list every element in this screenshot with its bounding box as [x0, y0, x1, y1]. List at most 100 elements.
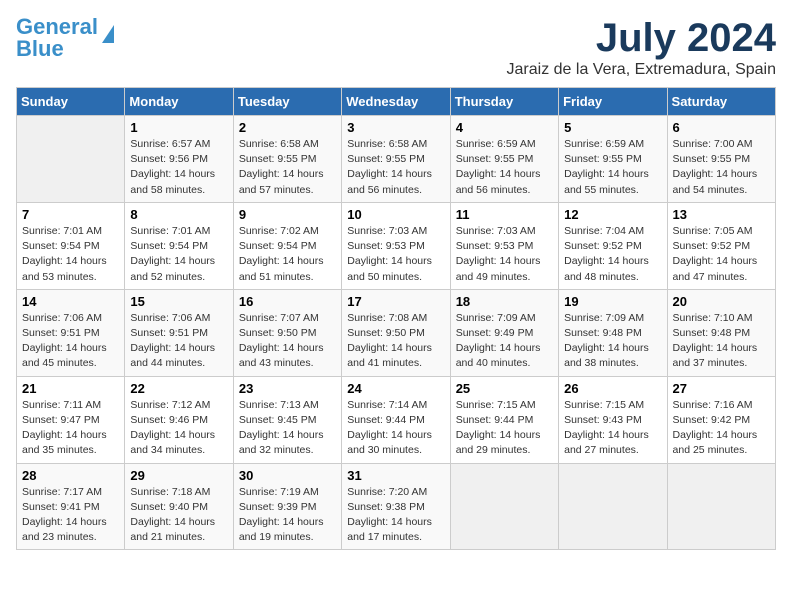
calendar-header-row: SundayMondayTuesdayWednesdayThursdayFrid… [17, 88, 776, 116]
day-info: Sunrise: 7:14 AMSunset: 9:44 PMDaylight:… [347, 398, 444, 459]
day-info: Sunrise: 7:06 AMSunset: 9:51 PMDaylight:… [130, 311, 227, 372]
day-number: 18 [456, 294, 553, 309]
day-number: 30 [239, 468, 336, 483]
calendar-week-row: 7 Sunrise: 7:01 AMSunset: 9:54 PMDaylight… [17, 202, 776, 289]
day-number: 15 [130, 294, 227, 309]
calendar-cell: 2 Sunrise: 6:58 AMSunset: 9:55 PMDaylight… [233, 116, 341, 203]
day-number: 21 [22, 381, 119, 396]
calendar-cell: 26Sunrise: 7:15 AMSunset: 9:43 PMDayligh… [559, 376, 667, 463]
calendar-cell: 25 Sunrise: 7:15 AMSunset: 9:44 PMDayligh… [450, 376, 558, 463]
calendar-week-row: 28 Sunrise: 7:17 AMSunset: 9:41 PMDayligh… [17, 463, 776, 550]
calendar-cell: 30 Sunrise: 7:19 AMSunset: 9:39 PMDayligh… [233, 463, 341, 550]
day-info: Sunrise: 7:16 AMSunset: 9:42 PMDaylight:… [673, 398, 770, 459]
day-number: 9 [239, 207, 336, 222]
day-info: Sunrise: 7:05 AMSunset: 9:52 PMDaylight:… [673, 224, 770, 285]
calendar-cell: 15 Sunrise: 7:06 AMSunset: 9:51 PMDayligh… [125, 289, 233, 376]
calendar-cell: 28 Sunrise: 7:17 AMSunset: 9:41 PMDayligh… [17, 463, 125, 550]
calendar-cell: 18 Sunrise: 7:09 AMSunset: 9:49 PMDayligh… [450, 289, 558, 376]
day-number: 27 [673, 381, 770, 396]
calendar-cell [559, 463, 667, 550]
calendar-cell: 21Sunrise: 7:11 AMSunset: 9:47 PMDayligh… [17, 376, 125, 463]
calendar-cell: 12 Sunrise: 7:04 AMSunset: 9:52 PMDayligh… [559, 202, 667, 289]
day-number: 11 [456, 207, 553, 222]
day-number: 3 [347, 120, 444, 135]
day-info: Sunrise: 7:20 AMSunset: 9:38 PMDaylight:… [347, 485, 444, 546]
day-info: Sunrise: 6:59 AMSunset: 9:55 PMDaylight:… [456, 137, 553, 198]
day-number: 25 [456, 381, 553, 396]
day-number: 2 [239, 120, 336, 135]
calendar-cell: 5Sunrise: 6:59 AMSunset: 9:55 PMDaylight… [559, 116, 667, 203]
calendar-cell: 8 Sunrise: 7:01 AMSunset: 9:54 PMDaylight… [125, 202, 233, 289]
calendar-cell [667, 463, 775, 550]
day-info: Sunrise: 7:12 AMSunset: 9:46 PMDaylight:… [130, 398, 227, 459]
day-info: Sunrise: 7:03 AMSunset: 9:53 PMDaylight:… [456, 224, 553, 285]
day-number: 10 [347, 207, 444, 222]
day-info: Sunrise: 6:59 AMSunset: 9:55 PMDaylight:… [564, 137, 661, 198]
calendar-cell: 17 Sunrise: 7:08 AMSunset: 9:50 PMDayligh… [342, 289, 450, 376]
day-info: Sunrise: 7:00 AMSunset: 9:55 PMDaylight:… [673, 137, 770, 198]
day-number: 6 [673, 120, 770, 135]
day-number: 31 [347, 468, 444, 483]
day-info: Sunrise: 7:01 AMSunset: 9:54 PMDaylight:… [22, 224, 119, 285]
day-info: Sunrise: 6:58 AMSunset: 9:55 PMDaylight:… [239, 137, 336, 198]
calendar-cell [17, 116, 125, 203]
day-of-week-header: Friday [559, 88, 667, 116]
calendar-cell: 22 Sunrise: 7:12 AMSunset: 9:46 PMDayligh… [125, 376, 233, 463]
calendar-cell: 1 Sunrise: 6:57 AMSunset: 9:56 PMDaylight… [125, 116, 233, 203]
day-number: 24 [347, 381, 444, 396]
calendar-cell: 19 Sunrise: 7:09 AMSunset: 9:48 PMDayligh… [559, 289, 667, 376]
day-info: Sunrise: 7:17 AMSunset: 9:41 PMDaylight:… [22, 485, 119, 546]
calendar-cell: 14 Sunrise: 7:06 AMSunset: 9:51 PMDayligh… [17, 289, 125, 376]
day-number: 23 [239, 381, 336, 396]
calendar-cell: 3 Sunrise: 6:58 AMSunset: 9:55 PMDaylight… [342, 116, 450, 203]
calendar-cell: 9Sunrise: 7:02 AMSunset: 9:54 PMDaylight… [233, 202, 341, 289]
calendar-cell: 31 Sunrise: 7:20 AMSunset: 9:38 PMDayligh… [342, 463, 450, 550]
day-info: Sunrise: 7:08 AMSunset: 9:50 PMDaylight:… [347, 311, 444, 372]
day-number: 16 [239, 294, 336, 309]
calendar-cell: 29 Sunrise: 7:18 AMSunset: 9:40 PMDayligh… [125, 463, 233, 550]
day-of-week-header: Monday [125, 88, 233, 116]
day-info: Sunrise: 7:15 AMSunset: 9:44 PMDaylight:… [456, 398, 553, 459]
day-number: 26 [564, 381, 661, 396]
day-number: 13 [673, 207, 770, 222]
calendar-week-row: 21Sunrise: 7:11 AMSunset: 9:47 PMDayligh… [17, 376, 776, 463]
calendar-cell: 20 Sunrise: 7:10 AMSunset: 9:48 PMDayligh… [667, 289, 775, 376]
day-info: Sunrise: 7:09 AMSunset: 9:48 PMDaylight:… [564, 311, 661, 372]
calendar-table: SundayMondayTuesdayWednesdayThursdayFrid… [16, 87, 776, 550]
day-number: 22 [130, 381, 227, 396]
day-info: Sunrise: 6:58 AMSunset: 9:55 PMDaylight:… [347, 137, 444, 198]
day-info: Sunrise: 6:57 AMSunset: 9:56 PMDaylight:… [130, 137, 227, 198]
day-info: Sunrise: 7:18 AMSunset: 9:40 PMDaylight:… [130, 485, 227, 546]
calendar-cell: 24 Sunrise: 7:14 AMSunset: 9:44 PMDayligh… [342, 376, 450, 463]
day-info: Sunrise: 7:13 AMSunset: 9:45 PMDaylight:… [239, 398, 336, 459]
day-info: Sunrise: 7:04 AMSunset: 9:52 PMDaylight:… [564, 224, 661, 285]
day-number: 20 [673, 294, 770, 309]
day-info: Sunrise: 7:09 AMSunset: 9:49 PMDaylight:… [456, 311, 553, 372]
page-header: GeneralBlue July 2024 Jaraiz de la Vera,… [16, 16, 776, 79]
calendar-cell: 10 Sunrise: 7:03 AMSunset: 9:53 PMDayligh… [342, 202, 450, 289]
day-info: Sunrise: 7:01 AMSunset: 9:54 PMDaylight:… [130, 224, 227, 285]
calendar-week-row: 14 Sunrise: 7:06 AMSunset: 9:51 PMDayligh… [17, 289, 776, 376]
day-number: 29 [130, 468, 227, 483]
calendar-cell: 16Sunrise: 7:07 AMSunset: 9:50 PMDayligh… [233, 289, 341, 376]
day-number: 7 [22, 207, 119, 222]
day-info: Sunrise: 7:03 AMSunset: 9:53 PMDaylight:… [347, 224, 444, 285]
day-number: 8 [130, 207, 227, 222]
day-number: 17 [347, 294, 444, 309]
calendar-cell [450, 463, 558, 550]
calendar-cell: 11 Sunrise: 7:03 AMSunset: 9:53 PMDayligh… [450, 202, 558, 289]
calendar-cell: 6 Sunrise: 7:00 AMSunset: 9:55 PMDaylight… [667, 116, 775, 203]
day-of-week-header: Sunday [17, 88, 125, 116]
day-number: 28 [22, 468, 119, 483]
title-section: July 2024 Jaraiz de la Vera, Extremadura… [507, 16, 776, 79]
day-number: 19 [564, 294, 661, 309]
day-info: Sunrise: 7:19 AMSunset: 9:39 PMDaylight:… [239, 485, 336, 546]
day-number: 12 [564, 207, 661, 222]
day-number: 1 [130, 120, 227, 135]
day-of-week-header: Saturday [667, 88, 775, 116]
day-number: 4 [456, 120, 553, 135]
day-number: 14 [22, 294, 119, 309]
day-info: Sunrise: 7:10 AMSunset: 9:48 PMDaylight:… [673, 311, 770, 372]
location: Jaraiz de la Vera, Extremadura, Spain [507, 61, 776, 79]
day-info: Sunrise: 7:06 AMSunset: 9:51 PMDaylight:… [22, 311, 119, 372]
